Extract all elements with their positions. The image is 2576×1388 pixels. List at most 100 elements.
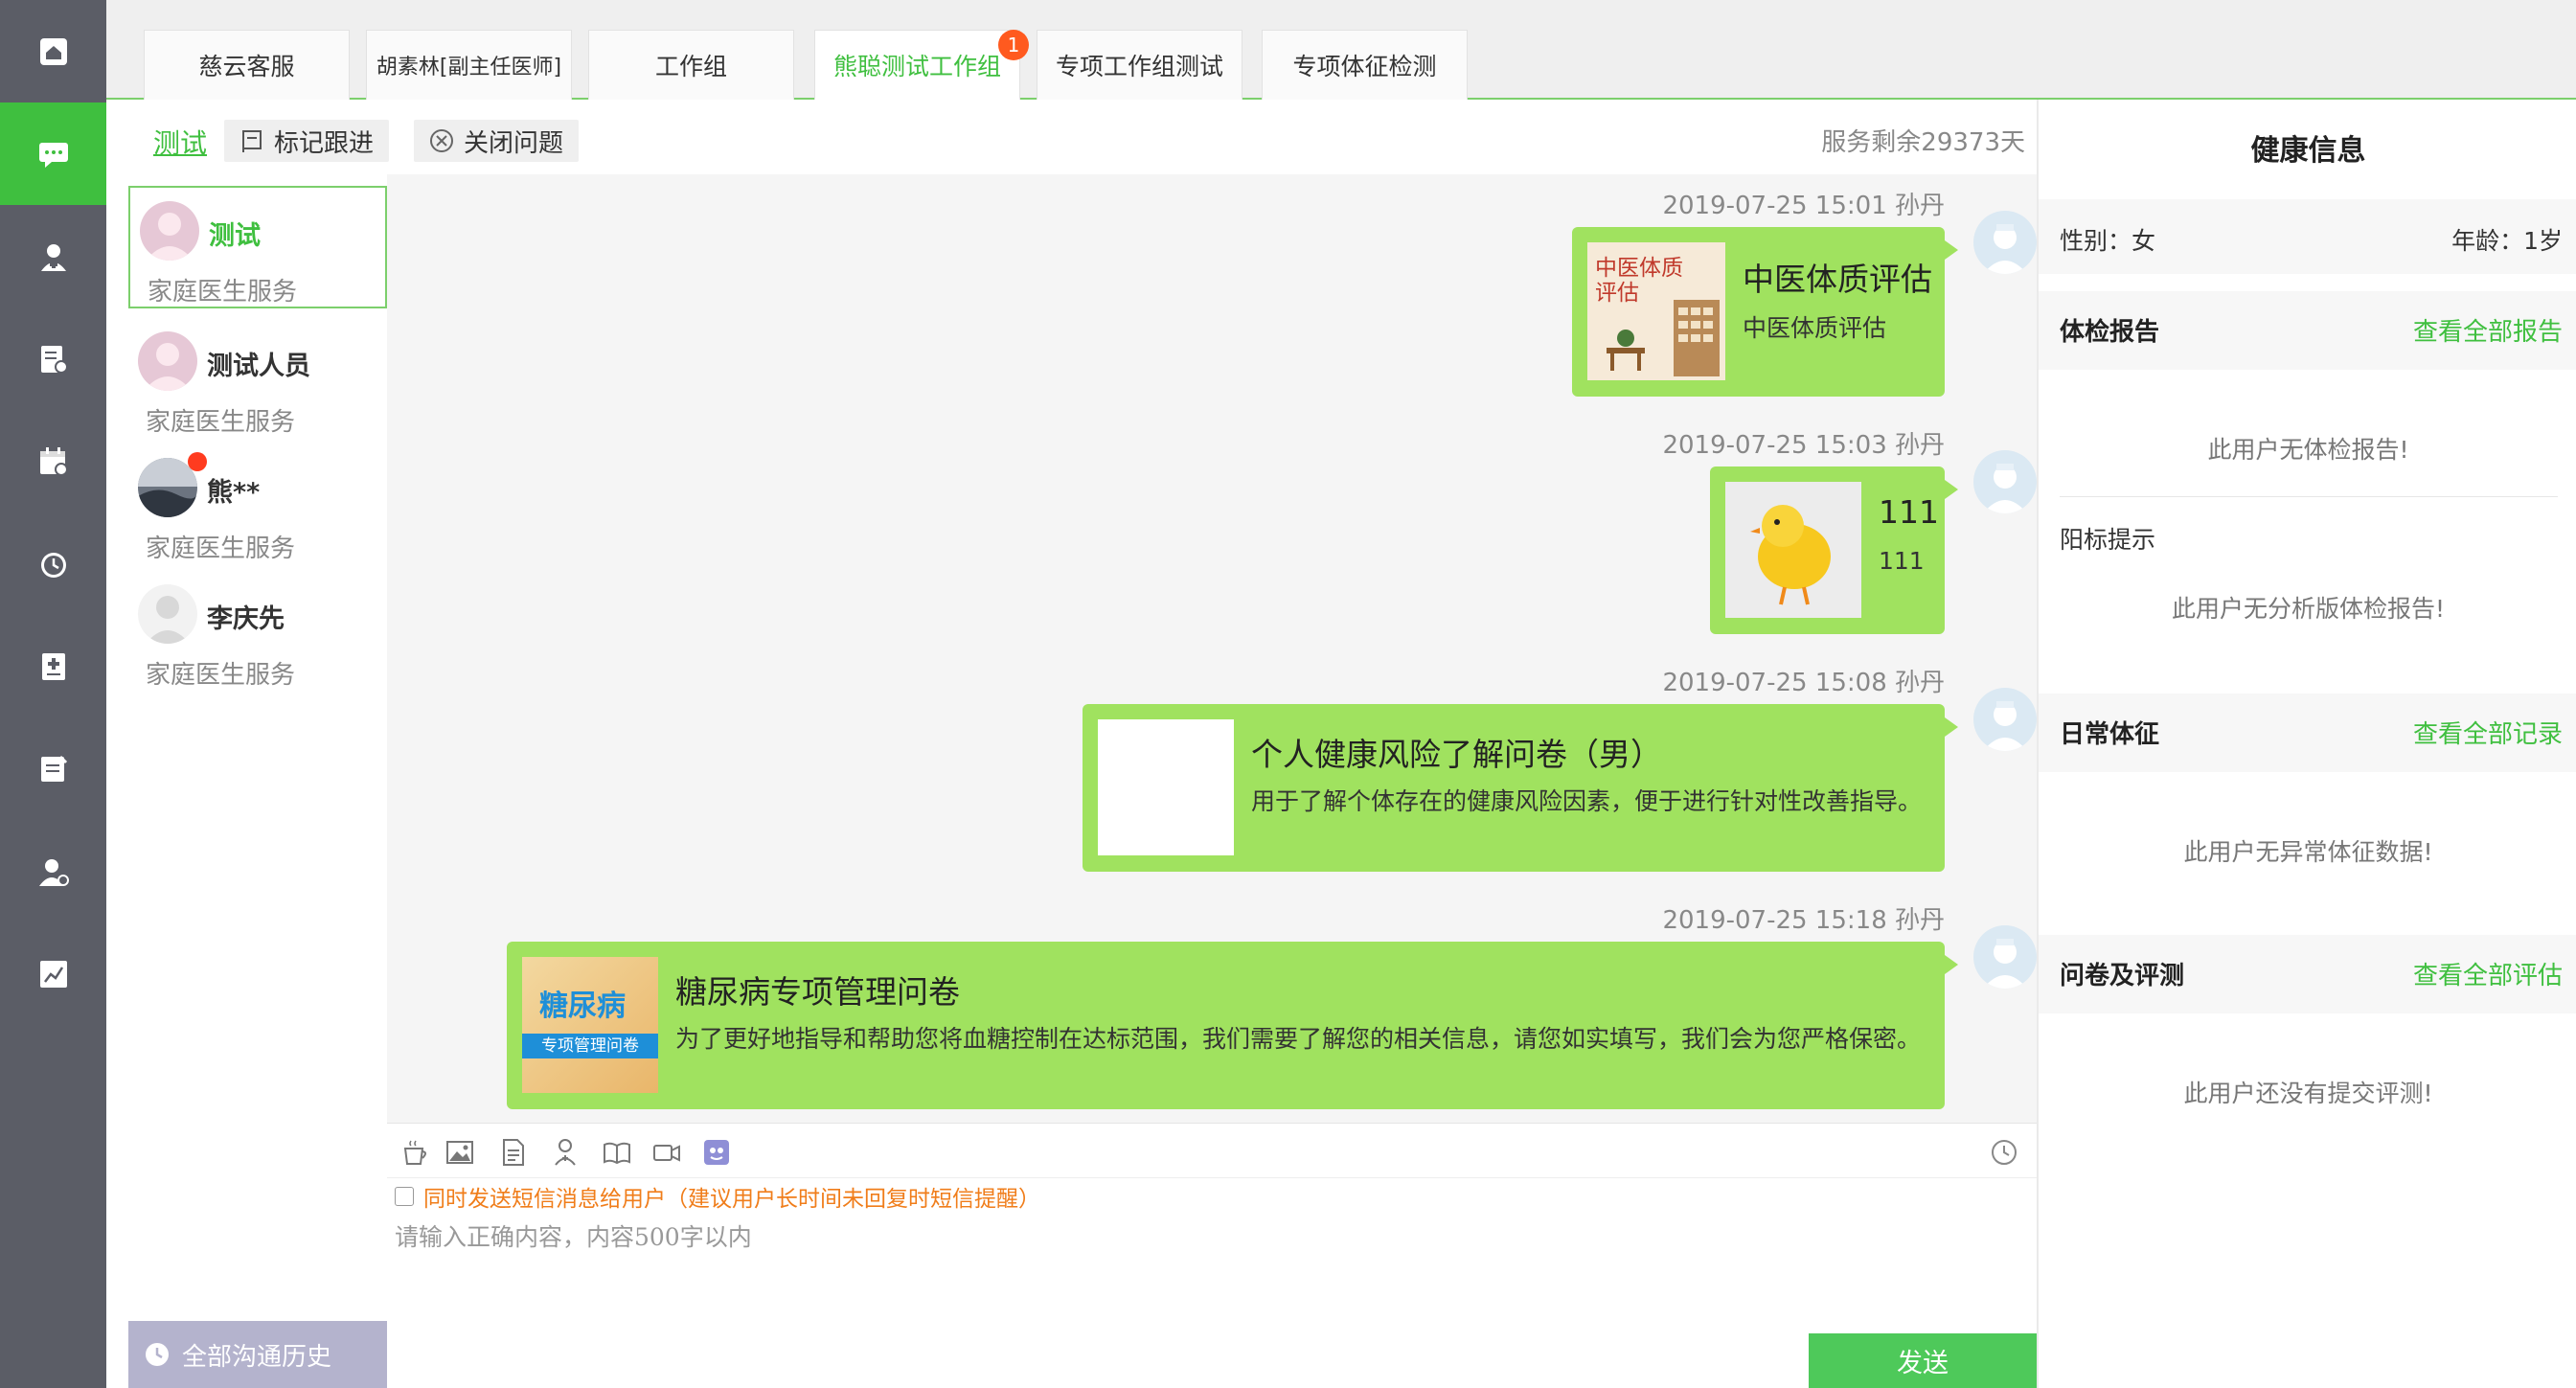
patient-item[interactable]: 熊** 家庭医生服务	[128, 444, 387, 569]
empty-message: 此用户无分析版体检报告!	[2171, 595, 2446, 623]
patient-name: 测试人员	[207, 352, 310, 381]
divider	[2060, 496, 2558, 497]
clock-icon	[146, 1343, 169, 1366]
chat-thread: 2019-07-25 15:01 孙丹 中医体质 评估 中医体质评估 中医体质评…	[387, 174, 2037, 1123]
patient-name: 熊**	[207, 478, 261, 508]
avatar	[138, 584, 197, 644]
patient-service: 家庭医生服务	[148, 278, 298, 307]
message-input[interactable]: 请输入正确内容，内容500字以内	[387, 1213, 2037, 1333]
patient-item[interactable]: 测试 家庭医生服务	[128, 186, 387, 308]
rail-checklist[interactable]	[0, 717, 106, 820]
patient-item[interactable]: 李庆先 家庭医生服务	[128, 571, 387, 695]
message-timestamp: 2019-07-25 15:01 孙丹	[1662, 192, 1945, 220]
section-title: 阳标提示	[2060, 526, 2156, 554]
agent-avatar	[1973, 688, 2037, 751]
rail-home[interactable]	[0, 0, 106, 102]
card-title: 中医体质评估	[1743, 261, 1932, 298]
compose-toolbar	[387, 1123, 2037, 1178]
rail-doctors[interactable]	[0, 205, 106, 307]
document-icon[interactable]	[498, 1137, 529, 1168]
empty-message: 此用户无体检报告!	[2207, 436, 2409, 464]
card-title: 111	[1879, 493, 1939, 531]
home-icon	[39, 37, 67, 65]
all-history-button[interactable]: 全部沟通历史	[128, 1321, 387, 1388]
close-circle-icon	[430, 129, 453, 152]
alarm-icon	[40, 552, 66, 578]
message-card[interactable]: 糖尿病 专项管理问卷 糖尿病专项管理问卷 为了更好地指导和帮助您将血糖控制在达标…	[507, 942, 1958, 1109]
empty-message: 此用户无异常体征数据!	[2183, 838, 2433, 866]
rail-alarm[interactable]	[0, 512, 106, 615]
message-card[interactable]: 个人健康风险了解问卷（男） 用于了解个体存在的健康风险因素，便于进行针对性改善指…	[1083, 704, 1958, 872]
input-placeholder: 请输入正确内容，内容500字以内	[395, 1223, 752, 1251]
agent-avatar	[1973, 450, 2037, 513]
patient-service: 家庭医生服务	[146, 408, 296, 437]
image-icon[interactable]	[445, 1137, 475, 1168]
view-all-records-link[interactable]: 查看全部记录	[2413, 715, 2563, 750]
tab-label: 慈云客服	[198, 53, 295, 80]
stats-icon	[39, 960, 67, 988]
card-description: 为了更好地指导和帮助您将血糖控制在达标范围，我们需要了解您的相关信息，请您如实填…	[675, 1025, 1922, 1053]
report-icon	[40, 345, 68, 374]
message-timestamp: 2019-07-25 15:03 孙丹	[1662, 431, 1945, 460]
avatar	[140, 201, 199, 261]
doctor-icon	[40, 243, 66, 271]
rail-chat[interactable]	[0, 102, 106, 205]
thumbnail-text: 糖尿病	[539, 990, 626, 1023]
survey-section-header: 问卷及评测 查看全部评估	[2039, 935, 2576, 1013]
card-thumbnail: 中医体质 评估	[1587, 242, 1725, 380]
message-timestamp: 2019-07-25 15:18 孙丹	[1662, 906, 1945, 935]
mark-follow-button[interactable]: 标记跟进	[224, 120, 390, 162]
tab-label: 专项体征检测	[1292, 53, 1437, 80]
message-card[interactable]: 111 111	[1710, 466, 1958, 634]
tab-special-vitals[interactable]: 专项体征检测	[1262, 30, 1468, 100]
checkup-section-header: 体检报告 查看全部报告	[2039, 291, 2576, 370]
tab-label: 工作组	[654, 53, 727, 80]
ai-assistant-icon[interactable]	[701, 1137, 732, 1168]
rail-stats[interactable]	[0, 922, 106, 1025]
patient-item[interactable]: 测试人员 家庭医生服务	[128, 318, 387, 443]
unread-dot	[188, 452, 207, 471]
message-card[interactable]: 中医体质 评估 中医体质评估 中医体质评估	[1572, 227, 1958, 397]
chat-icon	[38, 142, 68, 168]
card-description: 中医体质评估	[1743, 314, 1887, 342]
thumbnail-text: 专项管理问卷	[522, 1034, 658, 1058]
calendar-icon	[39, 446, 68, 476]
tab-workgroup[interactable]: 工作组	[588, 30, 794, 100]
stethoscope-icon[interactable]	[550, 1137, 581, 1168]
view-all-evaluations-link[interactable]: 查看全部评估	[2413, 956, 2563, 991]
checklist-icon	[40, 755, 67, 782]
close-issue-button[interactable]: 关闭问题	[414, 120, 580, 162]
book-icon[interactable]	[602, 1137, 632, 1168]
patient-service: 家庭医生服务	[146, 535, 296, 563]
section-title: 日常体征	[2060, 720, 2160, 749]
rail-medical-records[interactable]	[0, 615, 106, 717]
tab-label: 胡素林[副主任医师]	[376, 56, 562, 80]
tab-special-group-test[interactable]: 专项工作组测试	[1037, 30, 1242, 100]
clock-icon[interactable]	[1989, 1137, 2019, 1168]
card-title: 个人健康风险了解问卷（男）	[1251, 736, 1662, 773]
empty-message: 此用户还没有提交评测!	[2183, 1080, 2433, 1107]
tab-doctor-hu[interactable]: 胡素林[副主任医师]	[366, 30, 572, 100]
basic-info-row: 性别：女 年龄：1岁	[2039, 199, 2576, 274]
card-thumbnail	[1725, 482, 1861, 618]
avatar	[138, 331, 197, 391]
current-patient-link[interactable]: 测试	[153, 123, 207, 161]
gender: 性别：女	[2060, 227, 2156, 255]
rail-reports[interactable]	[0, 307, 106, 410]
panel-title: 健康信息	[2250, 134, 2366, 168]
message-timestamp: 2019-07-25 15:08 孙丹	[1662, 669, 1945, 697]
rail-calendar[interactable]	[0, 410, 106, 512]
send-button[interactable]: 发送	[1809, 1333, 2037, 1388]
section-title: 问卷及评测	[2060, 962, 2185, 990]
tab-ciyun-service[interactable]: 慈云客服	[144, 30, 350, 100]
age: 年龄：1岁	[2451, 227, 2563, 255]
view-all-reports-link[interactable]: 查看全部报告	[2413, 312, 2563, 348]
sms-checkbox[interactable]	[395, 1187, 414, 1206]
rail-user-settings[interactable]	[0, 820, 106, 922]
tab-xiongcong-test-group[interactable]: 熊聪测试工作组 1	[814, 30, 1029, 100]
video-icon[interactable]	[651, 1137, 682, 1168]
sms-option[interactable]: 同时发送短信消息给用户（建议用户长时间未回复时短信提醒）	[395, 1180, 1040, 1213]
patient-name: 测试	[209, 221, 261, 251]
tea-icon[interactable]	[400, 1137, 431, 1168]
patient-service: 家庭医生服务	[146, 661, 296, 690]
